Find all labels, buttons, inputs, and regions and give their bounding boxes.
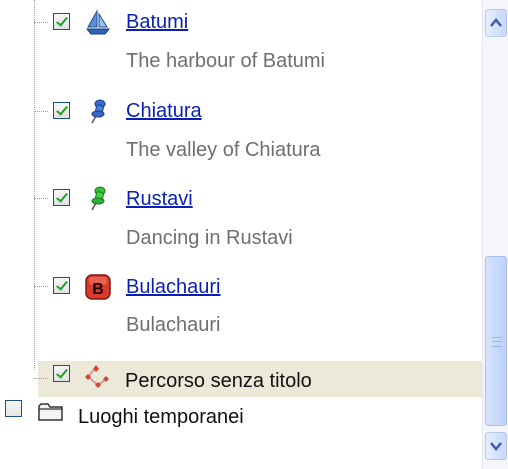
checkbox-temporary-places[interactable] [5,400,22,417]
chevron-up-icon [490,18,502,27]
tree-connector [34,378,48,379]
grip-icon [492,337,502,347]
checkbox-batumi[interactable] [53,13,70,30]
place-description-bulachauri: Bulachauri [126,314,221,336]
place-link-rustavi[interactable]: Rustavi [126,187,193,211]
chevron-down-icon [490,442,502,451]
tree-connector [34,22,48,23]
green-pushpin-icon [84,183,112,211]
checkbox-chiatura[interactable] [53,102,70,119]
sailboat-icon [84,8,112,36]
place-description-chiatura: The valley of Chiatura [126,139,321,161]
scroll-thumb[interactable] [485,256,507,426]
places-panel: Batumi The harbour of Batumi Chiatura Th… [0,0,508,469]
place-description-batumi: The harbour of Batumi [126,50,325,72]
place-link-chiatura[interactable]: Chiatura [126,99,202,123]
scroll-down-button[interactable] [485,432,507,460]
scroll-up-button[interactable] [485,9,507,37]
checkbox-route[interactable] [53,365,70,382]
tree-connector [34,198,48,199]
checkbox-rustavi[interactable] [53,189,70,206]
blue-pushpin-icon [84,96,112,124]
folder-icon [37,398,65,426]
tree-guide-line [34,0,35,370]
places-tree: Batumi The harbour of Batumi Chiatura Th… [0,0,482,469]
place-link-bulachauri[interactable]: Bulachauri [126,275,221,299]
path-route-icon [82,363,110,391]
place-link-batumi[interactable]: Batumi [126,10,188,34]
place-description-rustavi: Dancing in Rustavi [126,227,293,249]
tree-connector [34,286,48,287]
red-b-placemark-icon: B [84,273,112,301]
temporary-places-label[interactable]: Luoghi temporanei [78,405,244,429]
checkbox-bulachauri[interactable] [53,277,70,294]
vertical-scrollbar[interactable] [482,0,508,469]
tree-connector [34,111,48,112]
route-label[interactable]: Percorso senza titolo [125,369,312,393]
svg-text:B: B [92,281,104,298]
